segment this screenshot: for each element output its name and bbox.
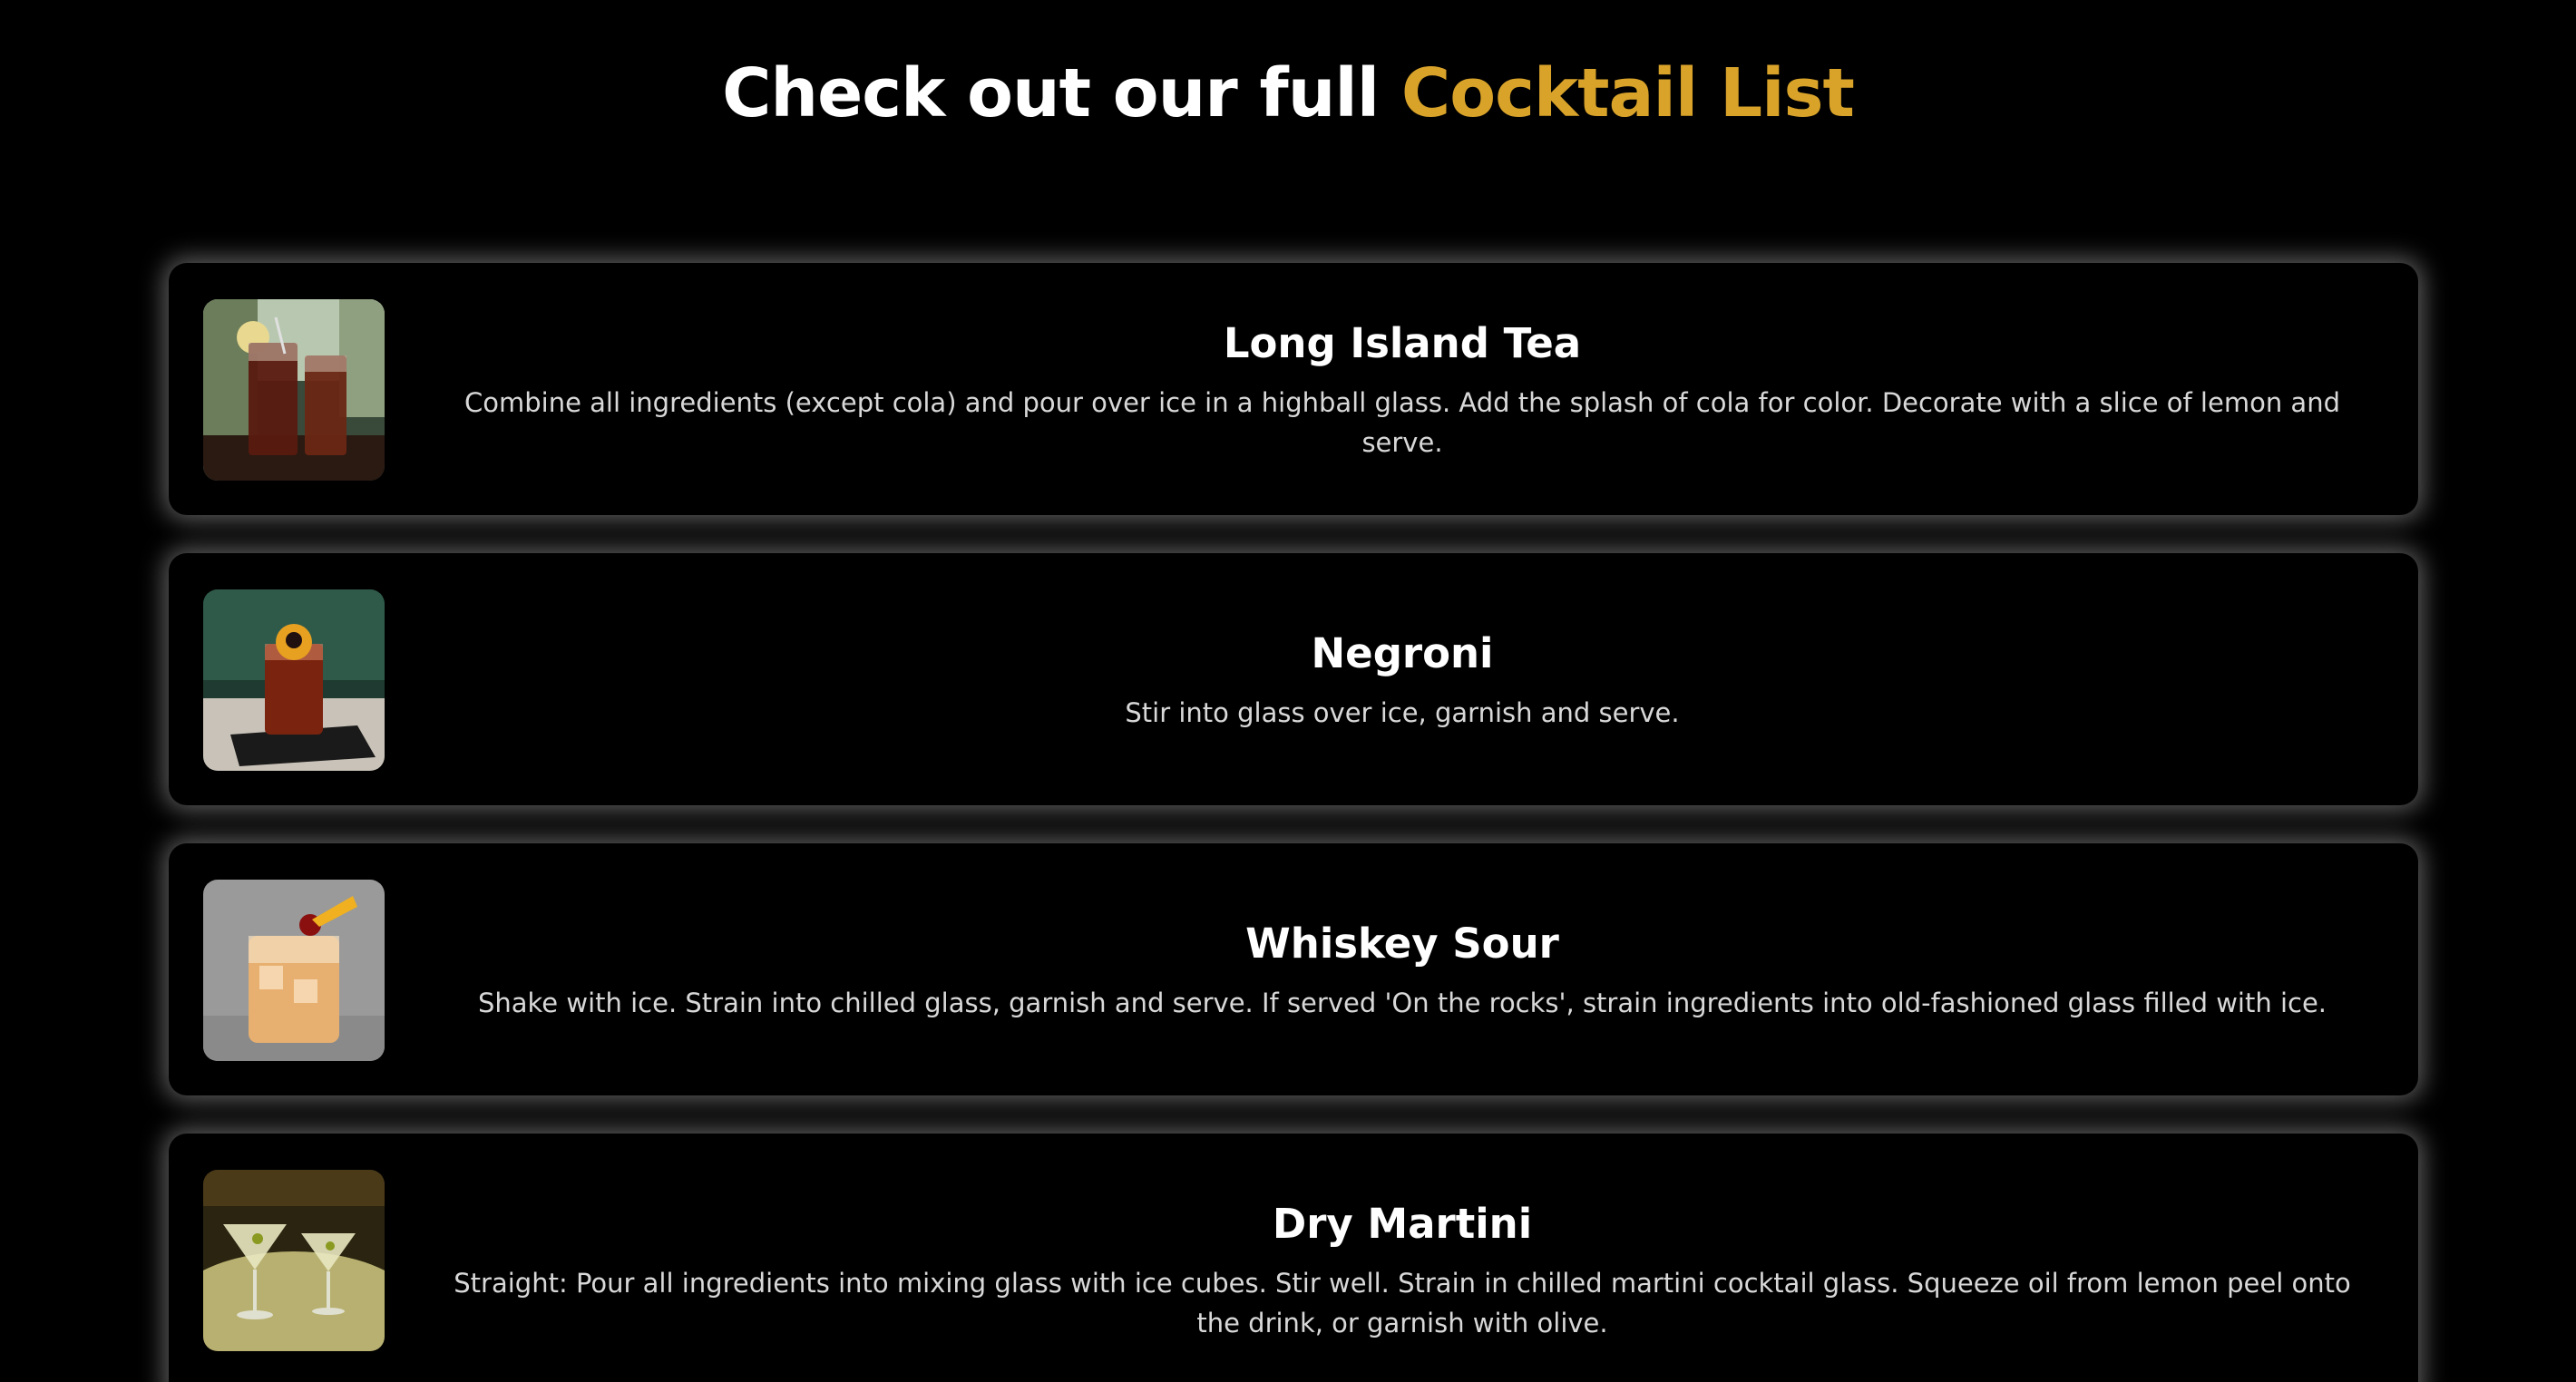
page-title-prefix: Check out our full [722,54,1380,132]
page-title-accent: Cocktail List [1400,54,1855,132]
negroni-image [203,589,385,771]
cocktail-instructions: Stir into glass over ice, garnish and se… [1125,697,1680,728]
long-island-tea-image [203,299,385,481]
cocktail-card[interactable]: Dry Martini Straight: Pour all ingredien… [169,1134,2418,1382]
dry-martini-image [203,1170,385,1351]
page-title: Check out our full Cocktail List [0,44,2576,143]
cocktail-name: Long Island Tea [1223,319,1582,367]
cocktail-card[interactable]: Negroni Stir into glass over ice, garnis… [169,553,2418,805]
cocktail-instructions: Shake with ice. Strain into chilled glas… [477,988,2327,1018]
cocktail-card[interactable]: Whiskey Sour Shake with ice. Strain into… [169,843,2418,1095]
cocktail-list: Long Island Tea Combine all ingredients … [169,263,2418,1382]
cocktail-name: Whiskey Sour [1245,920,1559,968]
cocktail-name: Negroni [1311,629,1494,677]
whiskey-sour-image [203,880,385,1061]
cocktail-instructions: Combine all ingredients (except cola) an… [464,387,2340,458]
cocktail-card-body: Negroni Stir into glass over ice, garnis… [414,553,2391,805]
cocktail-card[interactable]: Long Island Tea Combine all ingredients … [169,263,2418,515]
cocktail-name: Dry Martini [1272,1200,1533,1248]
cocktail-card-body: Dry Martini Straight: Pour all ingredien… [414,1134,2391,1382]
cocktail-card-body: Long Island Tea Combine all ingredients … [414,263,2391,515]
cocktail-instructions: Straight: Pour all ingredients into mixi… [454,1268,2351,1338]
cocktail-card-body: Whiskey Sour Shake with ice. Strain into… [414,843,2391,1095]
